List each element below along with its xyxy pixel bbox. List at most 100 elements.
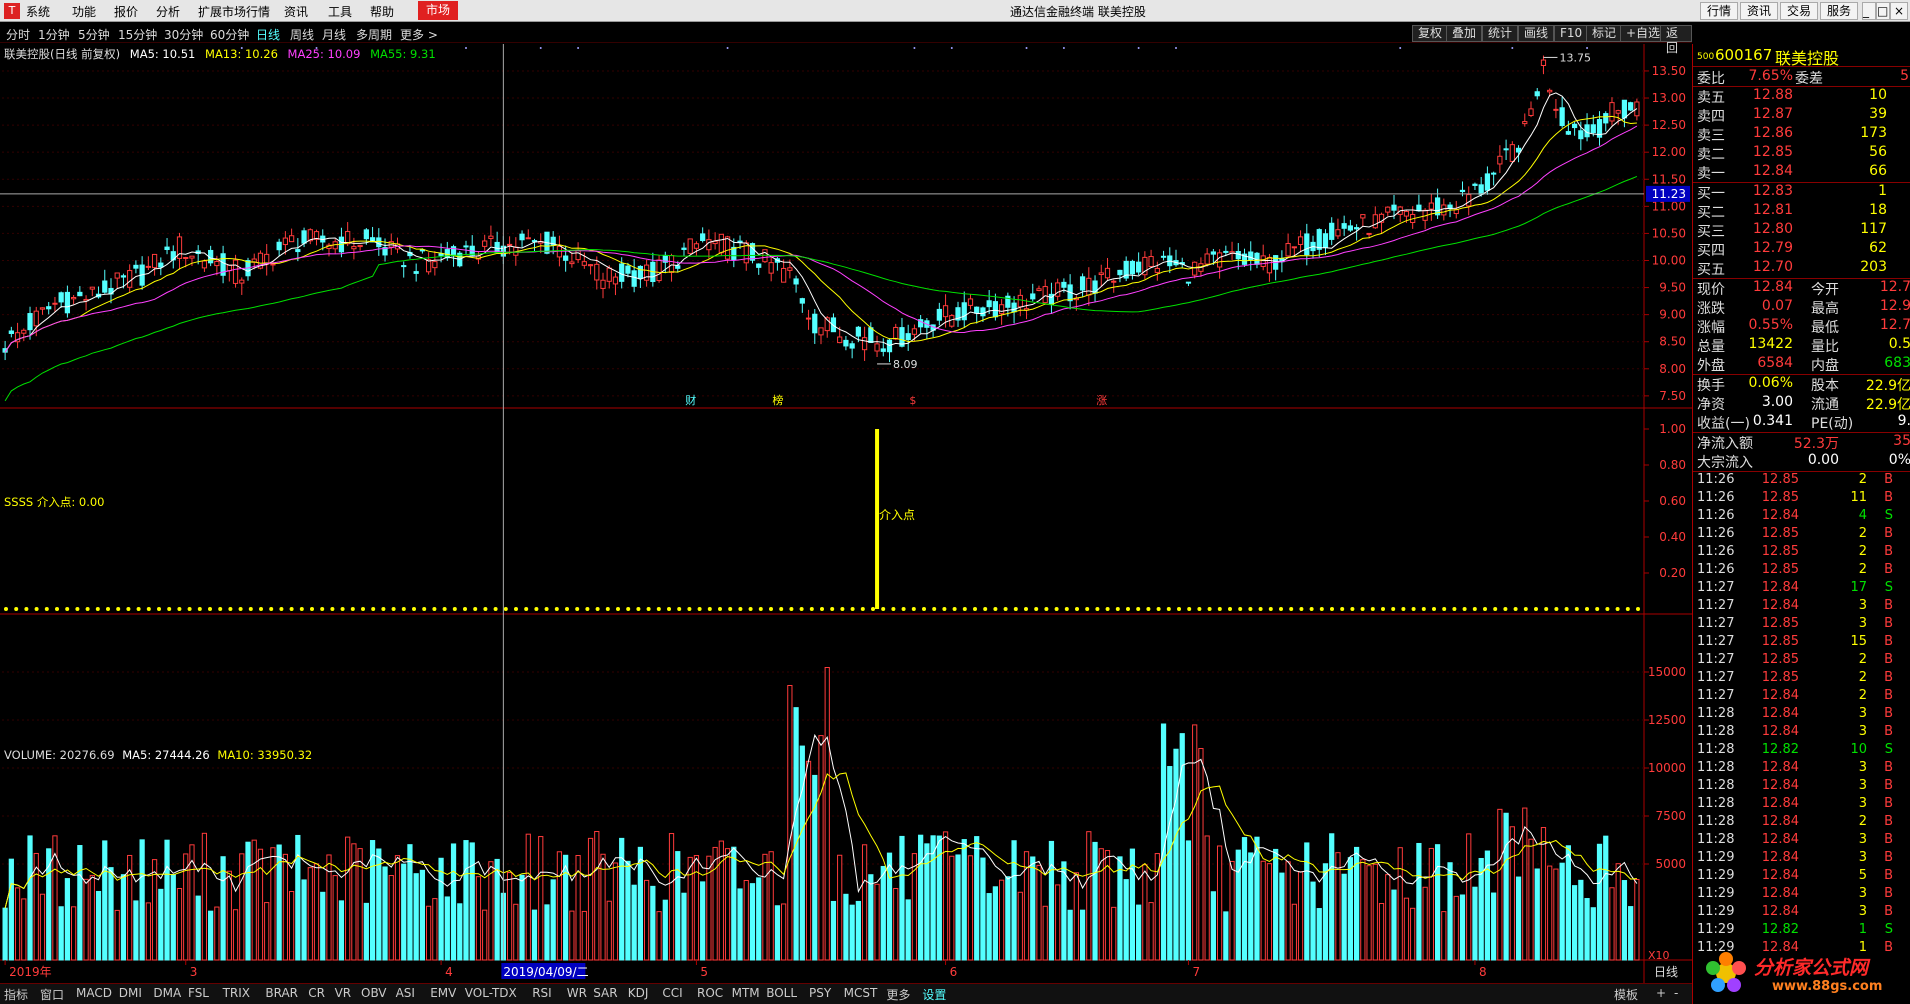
- period-1min[interactable]: 1分钟: [38, 26, 70, 43]
- volume-bar-down: [108, 867, 114, 961]
- ssss-zero-dot: [1391, 607, 1396, 611]
- indicator-tab-wr[interactable]: WR: [567, 986, 587, 1000]
- add-panel-button[interactable]: +: [1656, 986, 1666, 1000]
- tick-direction: B: [1884, 652, 1893, 667]
- indicator-tab-psy[interactable]: PSY: [809, 986, 831, 1000]
- volume-bar-down: [8, 858, 14, 961]
- market-button[interactable]: 市场: [418, 1, 458, 20]
- period-15min[interactable]: 15分钟: [118, 26, 157, 43]
- indicator-tab-cci[interactable]: CCI: [662, 986, 682, 1000]
- indicator-tab-brar[interactable]: BRAR: [265, 986, 298, 1000]
- indicator-tab-mcst[interactable]: MCST: [844, 986, 878, 1000]
- remove-panel-button[interactable]: -: [1674, 986, 1678, 1000]
- indicator-tab-指标[interactable]: 指标: [4, 986, 28, 1003]
- menu-quote[interactable]: 报价: [114, 3, 138, 20]
- ssss-zero-dot: [248, 607, 253, 611]
- top-quote-button[interactable]: 行情: [1700, 2, 1739, 20]
- menu-tools[interactable]: 工具: [328, 3, 352, 20]
- ssss-zero-dot: [554, 607, 559, 611]
- minimize-icon[interactable]: _: [1862, 2, 1876, 20]
- ssss-zero-dot: [891, 607, 896, 611]
- volume-bar-up: [288, 890, 295, 961]
- ssss-zero-dot: [728, 607, 733, 611]
- top-trade-button[interactable]: 交易: [1780, 2, 1819, 20]
- indicator-tab-rsi[interactable]: RSI: [532, 986, 552, 1000]
- volume-bar-down: [1167, 766, 1173, 961]
- tick-price: 12.82: [1761, 922, 1799, 937]
- template-button[interactable]: 模板: [1614, 986, 1638, 1003]
- menu-help[interactable]: 帮助: [370, 3, 394, 20]
- indicator-tab-kdj[interactable]: KDJ: [628, 986, 649, 1000]
- candle-down: [1329, 222, 1335, 240]
- tick-direction: B: [1884, 544, 1893, 559]
- indicator-tab-mtm[interactable]: MTM: [732, 986, 760, 1000]
- indicator-tab-cr[interactable]: CR: [308, 986, 325, 1000]
- indicator-tab-macd[interactable]: MACD: [76, 986, 112, 1000]
- tick-time: 11:29: [1697, 868, 1735, 883]
- period-60min[interactable]: 60分钟: [210, 26, 249, 43]
- draw-line-button[interactable]: 画线: [1518, 25, 1555, 42]
- price-tick-label: 12.00: [1652, 145, 1686, 159]
- indicator-tab-dma[interactable]: DMA: [153, 986, 181, 1000]
- price-tick-label: 8.00: [1659, 362, 1686, 376]
- f10-button[interactable]: F10: [1554, 25, 1589, 42]
- volume-bar-down: [170, 874, 176, 961]
- volume-bar-down: [401, 863, 407, 961]
- menu-analysis[interactable]: 分析: [156, 3, 180, 20]
- volume-bar-up: [1634, 878, 1640, 961]
- indicator-tab-窗口[interactable]: 窗口: [40, 986, 64, 1003]
- period-daily[interactable]: 日线: [256, 26, 280, 43]
- period-timeshare[interactable]: 分时: [6, 26, 30, 43]
- indicator-tab-dmi[interactable]: DMI: [119, 986, 142, 1000]
- period-weekly[interactable]: 周线: [290, 26, 314, 43]
- period-more[interactable]: 更多 >: [400, 26, 438, 43]
- kline-chart[interactable]: 13.5013.0012.5012.0011.5011.0010.5010.00…: [0, 44, 1692, 983]
- buy-level-2: 买二 12.81 18: [1693, 202, 1910, 221]
- back-button[interactable]: 返回: [1660, 25, 1692, 55]
- ssss-zero-dot: [983, 607, 988, 611]
- menu-extended-market[interactable]: 扩展市场行情: [198, 3, 270, 20]
- menu-news[interactable]: 资讯: [284, 3, 308, 20]
- indicator-tab-fsl[interactable]: FSL: [188, 986, 209, 1000]
- sell-level-1: 卖一 12.84 66: [1693, 163, 1910, 182]
- indicator-tab-更多[interactable]: 更多: [886, 986, 910, 1003]
- menu-system[interactable]: 系统: [26, 3, 50, 20]
- mark-button[interactable]: 标记: [1586, 25, 1623, 42]
- candle-up: [594, 263, 600, 281]
- period-30min[interactable]: 30分钟: [164, 26, 203, 43]
- ssss-zero-dot: [718, 607, 722, 611]
- period-multi[interactable]: 多周期: [356, 26, 392, 43]
- tick-row: 11:26 12.85 2 B: [1693, 472, 1910, 490]
- candle-down: [1210, 251, 1216, 255]
- indicator-tab-bar: 指标 窗口 MACD DMI DMA FSL TRIX BRAR CR VR OBV ASI EMV VO…: [0, 983, 1692, 1004]
- indicator-tab-vol-tdx[interactable]: VOL-TDX: [465, 986, 517, 1000]
- adjust-button[interactable]: 复权: [1412, 25, 1449, 42]
- candle-down: [1503, 148, 1509, 151]
- indicator-tab-设置[interactable]: 设置: [922, 986, 946, 1003]
- overlay-button[interactable]: 叠加: [1446, 25, 1483, 42]
- volume-bar-down: [1136, 904, 1142, 961]
- top-news-button[interactable]: 资讯: [1740, 2, 1779, 20]
- indicator-tab-emv[interactable]: EMV: [430, 986, 456, 1000]
- period-monthly[interactable]: 月线: [322, 26, 346, 43]
- menu-function[interactable]: 功能: [72, 3, 96, 20]
- candle-up: [1615, 110, 1621, 114]
- tick-price: 12.84: [1761, 814, 1799, 829]
- top-service-button[interactable]: 服务: [1820, 2, 1859, 20]
- volume-bar-down: [1173, 748, 1179, 961]
- indicator-tab-boll[interactable]: BOLL: [766, 986, 797, 1000]
- ssss-zero-dot: [1166, 607, 1171, 611]
- indicator-tab-vr[interactable]: VR: [335, 986, 352, 1000]
- indicator-tab-sar[interactable]: SAR: [593, 986, 617, 1000]
- tick-price: 12.85: [1761, 526, 1799, 541]
- close-icon[interactable]: ×: [1890, 2, 1908, 20]
- indicator-tab-asi[interactable]: ASI: [396, 986, 415, 1000]
- period-5min[interactable]: 5分钟: [78, 26, 110, 43]
- indicator-tab-roc[interactable]: ROC: [697, 986, 723, 1000]
- statistics-button[interactable]: 统计: [1482, 25, 1519, 42]
- maximize-icon[interactable]: □: [1876, 2, 1890, 20]
- volume-bar-up: [176, 888, 183, 961]
- candle-down: [301, 230, 307, 244]
- indicator-tab-obv[interactable]: OBV: [361, 986, 387, 1000]
- indicator-tab-trix[interactable]: TRIX: [223, 986, 250, 1000]
